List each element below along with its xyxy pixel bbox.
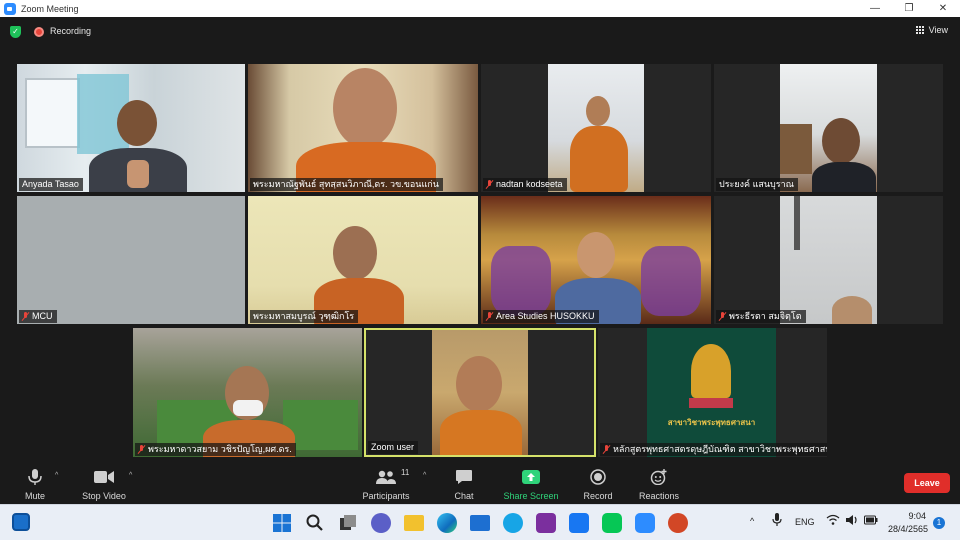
skype-icon[interactable] <box>503 513 523 533</box>
participant-tile[interactable]: Anyada Tasao <box>17 64 245 192</box>
share-screen-button[interactable]: Share Screen <box>496 468 566 501</box>
logo-caption: สาขาวิชาพระพุทธศาสนา <box>667 418 756 427</box>
window-controls: — ❐ ✕ <box>858 0 960 17</box>
participant-tile[interactable]: nadtan kodseeta <box>481 64 711 192</box>
participant-tile[interactable]: พระธีรตา สมจิตฺโต <box>714 196 943 324</box>
video-feed <box>248 196 478 324</box>
mute-button[interactable]: Mute <box>0 468 70 501</box>
mic-muted-icon <box>138 445 145 454</box>
video-feed <box>481 196 711 324</box>
input-language[interactable]: ENG <box>795 517 815 527</box>
record-button[interactable]: Record <box>563 468 633 501</box>
video-options-chevron-icon[interactable]: ^ <box>129 472 132 479</box>
video-camera-icon <box>93 468 115 486</box>
participant-tile[interactable]: Area Studies HUSOKKU <box>481 196 711 324</box>
participants-icon: 11 <box>375 468 409 486</box>
logo-image: สาขาวิชาพระพุทธศาสนา <box>647 328 776 457</box>
smiley-plus-icon <box>648 468 670 486</box>
video-feed <box>780 64 877 192</box>
clock-time[interactable]: 9:04 <box>898 511 926 521</box>
meeting-toolbar: Mute ^ Stop Video ^ 11 Participants ^ Ch… <box>0 464 960 504</box>
line-app-icon[interactable] <box>602 513 622 533</box>
participant-name: หลักสูตรพุทธศาสตรดุษฎีบัณฑิต สาขาวิชาพระ… <box>600 443 827 456</box>
video-feed <box>432 330 528 455</box>
mic-muted-icon <box>486 312 493 321</box>
file-explorer-icon[interactable] <box>404 515 424 531</box>
mic-muted-icon <box>22 312 29 321</box>
zoom-app-icon <box>4 2 16 15</box>
leave-button[interactable]: Leave <box>904 473 950 493</box>
tray-overflow-chevron-icon[interactable]: ^ <box>750 516 754 526</box>
mic-muted-icon <box>603 445 610 454</box>
participant-name: Area Studies HUSOKKU <box>483 310 599 323</box>
recording-label: Recording <box>50 26 92 36</box>
participant-tile[interactable]: ประยงค์ แสนบุราณ <box>714 64 943 192</box>
maximize-button[interactable]: ❐ <box>892 0 926 17</box>
meeting-topbar: ✓ Recording View <box>0 17 960 47</box>
mic-muted-icon <box>719 312 726 321</box>
windows-taskbar: ^ ENG 9:04 28/4/2565 1 <box>0 504 960 540</box>
video-feed <box>548 64 644 192</box>
participant-tile[interactable]: MCU <box>17 196 245 324</box>
view-label: View <box>928 25 948 35</box>
participant-tile[interactable]: พระมหาดาวสยาม วชิรปัญโญ,ผศ.ดร. <box>133 328 362 457</box>
participant-name: nadtan kodseeta <box>483 178 567 191</box>
notification-badge[interactable]: 1 <box>933 517 945 529</box>
task-view-icon[interactable] <box>12 513 30 531</box>
onenote-icon[interactable] <box>536 513 556 533</box>
edge-browser-icon[interactable] <box>437 513 457 533</box>
recording-icon[interactable] <box>34 27 44 37</box>
mute-options-chevron-icon[interactable]: ^ <box>55 472 58 479</box>
share-screen-icon <box>520 468 542 486</box>
video-feed <box>133 328 362 457</box>
close-button[interactable]: ✕ <box>926 0 960 17</box>
video-feed <box>17 196 245 324</box>
chat-bubble-icon <box>453 468 475 486</box>
participant-name: พระธีรตา สมจิตฺโต <box>716 310 806 323</box>
record-icon <box>587 468 609 486</box>
encryption-shield-icon[interactable]: ✓ <box>10 26 21 38</box>
chat-button[interactable]: Chat <box>429 468 499 501</box>
battery-icon[interactable] <box>864 515 878 527</box>
reactions-button[interactable]: Reactions <box>624 468 694 501</box>
participant-name: MCU <box>19 310 57 323</box>
view-button[interactable]: View <box>915 25 948 35</box>
participant-tile[interactable]: พระมหาสมบูรณ์ วุฑฺฒิกโร <box>248 196 478 324</box>
mail-icon[interactable] <box>470 515 490 531</box>
microphone-icon <box>24 468 46 486</box>
window-titlebar: Zoom Meeting — ❐ ✕ <box>0 0 960 17</box>
powerpoint-icon[interactable] <box>668 513 688 533</box>
video-feed <box>17 64 245 192</box>
windows-start-icon[interactable] <box>272 513 292 533</box>
grid-view-icon <box>915 25 925 35</box>
participant-tile[interactable]: สาขาวิชาพระพุทธศาสนา หลักสูตรพุทธศาสตรดุ… <box>598 328 827 457</box>
zoom-taskbar-icon[interactable] <box>635 513 655 533</box>
window-title: Zoom Meeting <box>21 3 79 14</box>
video-feed <box>248 64 478 192</box>
teams-chat-icon[interactable] <box>371 513 391 533</box>
participants-options-chevron-icon[interactable]: ^ <box>423 472 426 479</box>
participant-tile[interactable]: พระมหาณัฐพันธ์ สุทสฺสนวิภาณี,ดร. วข.ขอนแ… <box>248 64 478 192</box>
speaker-icon[interactable] <box>845 514 859 528</box>
minimize-button[interactable]: — <box>858 0 892 17</box>
participant-name: พระมหาสมบูรณ์ วุฑฺฒิกโร <box>250 310 359 323</box>
participant-name: พระมหาดาวสยาม วชิรปัญโญ,ผศ.ดร. <box>135 443 296 456</box>
mic-muted-icon <box>486 180 493 189</box>
participant-name: ประยงค์ แสนบุราณ <box>716 178 798 191</box>
participants-count: 11 <box>401 468 410 477</box>
participant-name: Zoom user <box>368 441 419 454</box>
participant-tile-active-speaker[interactable]: Zoom user <box>364 328 596 457</box>
search-icon[interactable] <box>305 513 325 533</box>
task-switch-icon[interactable] <box>338 513 358 533</box>
participants-button[interactable]: 11 Participants <box>351 468 421 501</box>
clock-date[interactable]: 28/4/2565 <box>884 524 928 534</box>
tray-microphone-icon[interactable] <box>772 513 782 529</box>
participant-name: Anyada Tasao <box>19 178 83 191</box>
participant-name: พระมหาณัฐพันธ์ สุทสฺสนวิภาณี,ดร. วข.ขอนแ… <box>250 178 443 191</box>
facebook-icon[interactable] <box>569 513 589 533</box>
wifi-icon[interactable] <box>826 514 840 528</box>
